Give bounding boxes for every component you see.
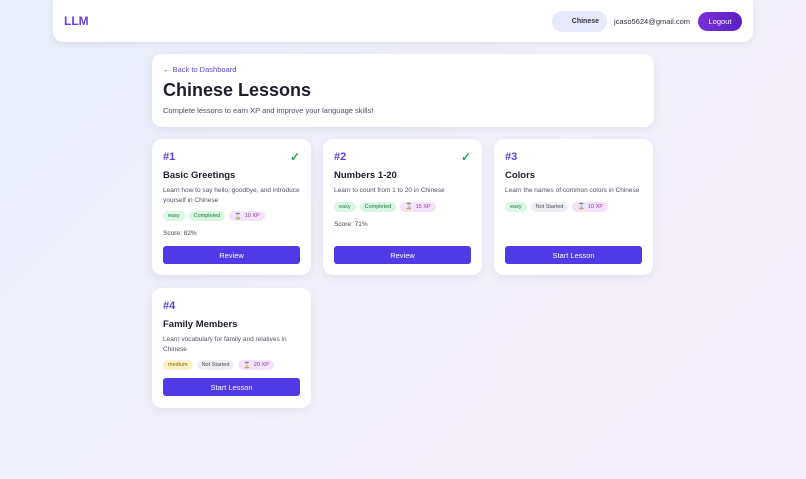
page-title: Chinese Lessons — [163, 80, 312, 100]
difficulty-badge: medium — [163, 360, 193, 370]
xp-value: 10 XP — [244, 213, 260, 219]
status-badge: Not Started — [530, 201, 569, 212]
lesson-description: Learn the names of common colors in Chin… — [505, 187, 640, 194]
lesson-title: Family Members — [163, 319, 238, 330]
xp-icon: ⌛ — [243, 362, 251, 369]
checkmark-icon: ✓ — [460, 150, 471, 164]
lesson-number: #2 — [334, 151, 347, 163]
brand-logo[interactable]: LLM — [64, 14, 89, 28]
lesson-card-2: #2 ✓ Numbers 1-20 Learn to count from 1 … — [323, 139, 482, 275]
checkmark-icon: ✓ — [289, 150, 300, 164]
lesson-title: Numbers 1-20 — [334, 170, 397, 181]
start-lesson-button[interactable]: Start Lesson — [163, 378, 300, 396]
logout-button[interactable]: Logout — [698, 11, 742, 31]
status-badge: Not Started — [196, 360, 235, 370]
top-navbar: LLM Chinese jcaso5624@gmail.com Logout — [53, 0, 753, 42]
lesson-card-3: #3 Colors Learn the names of common colo… — [494, 139, 653, 275]
lesson-description: Learn how to say hello, goodbye, and int… — [163, 187, 300, 204]
lesson-badges: medium Not Started ⌛ 20 XP — [163, 360, 300, 370]
review-button[interactable]: Review — [163, 246, 300, 264]
lesson-number: #3 — [505, 151, 518, 163]
start-lesson-button[interactable]: Start Lesson — [505, 246, 642, 264]
lesson-badges: easy Completed ⌛ 15 XP — [334, 201, 471, 212]
xp-value: 15 XP — [415, 203, 431, 210]
lesson-card-4: #4 Family Members Learn vocabulary for f… — [152, 288, 311, 408]
lesson-badges: easy Not Started ⌛ 10 XP — [505, 201, 642, 212]
xp-icon: ⌛ — [234, 213, 242, 220]
lesson-title: Basic Greetings — [163, 170, 236, 181]
review-button[interactable]: Review — [334, 246, 471, 264]
xp-value: 10 XP — [587, 203, 603, 210]
difficulty-badge: easy — [334, 201, 356, 212]
lesson-badges: easy Completed ⌛ 10 XP — [163, 211, 300, 221]
lesson-number: #4 — [163, 300, 176, 312]
difficulty-badge: easy — [505, 201, 527, 212]
difficulty-badge: easy — [163, 211, 185, 221]
lesson-number: #1 — [163, 151, 176, 163]
xp-badge: ⌛ 20 XP — [238, 360, 274, 370]
user-email: jcaso5624@gmail.com — [614, 16, 690, 26]
back-to-dashboard-link[interactable]: ← Back to Dashboard — [163, 65, 643, 74]
xp-badge: ⌛ 10 XP — [229, 211, 265, 221]
lesson-score: Score: 71% — [334, 220, 368, 228]
xp-icon: ⌛ — [405, 204, 413, 210]
status-badge: Completed — [359, 201, 397, 212]
page-subtitle: Complete lessons to earn XP and improve … — [163, 106, 374, 115]
lesson-description: Learn to count from 1 to 20 in Chinese — [334, 187, 445, 194]
lesson-card-1: #1 ✓ Basic Greetings Learn how to say he… — [152, 139, 311, 275]
xp-badge: ⌛ 10 XP — [572, 201, 608, 212]
lesson-description: Learn vocabulary for family and relative… — [163, 336, 287, 353]
lesson-title: Colors — [505, 170, 536, 181]
xp-icon: ⌛ — [577, 204, 585, 210]
xp-badge: ⌛ 15 XP — [400, 201, 436, 212]
xp-value: 20 XP — [253, 362, 269, 368]
status-badge: Completed — [188, 211, 226, 221]
lessons-header-card: ← Back to Dashboard Chinese Lessons Comp… — [152, 54, 654, 127]
language-badge[interactable]: Chinese — [551, 10, 608, 32]
lesson-score: Score: 82% — [163, 230, 197, 237]
nav-right: Chinese jcaso5624@gmail.com Logout — [551, 10, 742, 32]
